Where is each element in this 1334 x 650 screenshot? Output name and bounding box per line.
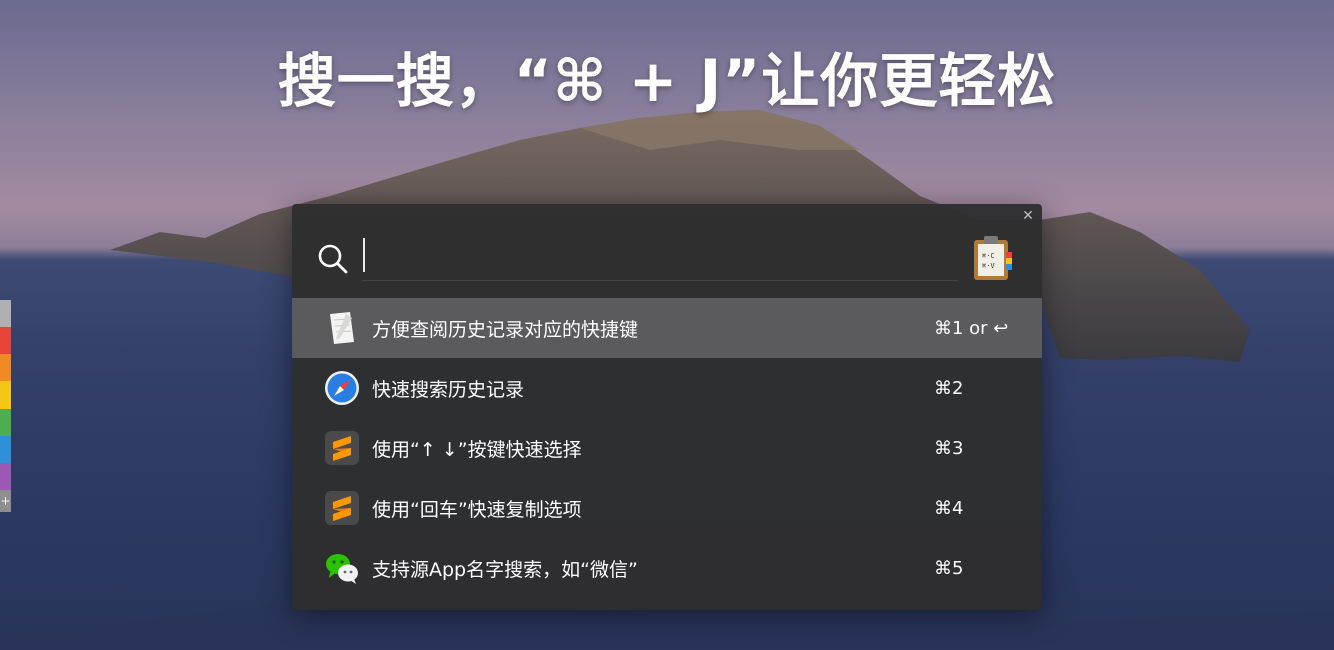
color-swatch-green[interactable]	[0, 408, 11, 436]
desktop-wallpaper: 搜一搜，“⌘ + J”让你更轻松 + ✕ ⌘·C ⌘·V 方便查阅历史记录对应的…	[0, 0, 1334, 650]
result-row[interactable]: 使用“↑ ↓”按键快速选择 ⌘3	[292, 418, 1042, 478]
clipboard-app-icon[interactable]: ⌘·C ⌘·V	[970, 234, 1014, 282]
result-shortcut: ⌘1 or ↩	[934, 317, 1009, 339]
color-swatch-purple[interactable]	[0, 462, 11, 490]
safari-icon	[325, 371, 359, 405]
color-swatch-red[interactable]	[0, 327, 11, 355]
sublime-text-icon	[325, 431, 359, 465]
result-row[interactable]: 使用“回车”快速复制选项 ⌘4	[292, 478, 1042, 538]
color-swatch-orange[interactable]	[0, 354, 11, 382]
color-label-strip: +	[0, 300, 11, 512]
notes-icon	[330, 312, 354, 344]
wechat-icon	[326, 554, 358, 584]
text-caret	[363, 238, 365, 272]
result-shortcut: ⌘2	[934, 377, 964, 399]
result-shortcut: ⌘5	[934, 557, 964, 579]
sublime-text-icon	[325, 491, 359, 525]
close-icon[interactable]: ✕	[1020, 208, 1036, 224]
results-list: 方便查阅历史记录对应的快捷键 ⌘1 or ↩ 快速搜索历史记录 ⌘2 使用“↑ …	[292, 298, 1042, 598]
search-input[interactable]	[362, 234, 958, 281]
headline: 搜一搜，“⌘ + J”让你更轻松	[277, 47, 1057, 115]
color-swatch-blue[interactable]	[0, 435, 11, 463]
add-color-button[interactable]: +	[0, 489, 11, 512]
result-row[interactable]: 支持源App名字搜索，如“微信” ⌘5	[292, 538, 1042, 598]
color-swatch-yellow[interactable]	[0, 381, 11, 409]
svg-text:⌘·C: ⌘·C	[982, 252, 995, 260]
result-shortcut: ⌘3	[934, 437, 964, 459]
quick-search-panel: ✕ ⌘·C ⌘·V 方便查阅历史记录对应的快捷键 ⌘1 or ↩ 快速搜索历史记…	[292, 204, 1042, 610]
result-row[interactable]: 方便查阅历史记录对应的快捷键 ⌘1 or ↩	[292, 298, 1042, 358]
result-shortcut: ⌘4	[934, 497, 964, 519]
color-swatch-gray[interactable]	[0, 300, 11, 328]
result-row[interactable]: 快速搜索历史记录 ⌘2	[292, 358, 1042, 418]
svg-text:⌘·V: ⌘·V	[982, 262, 995, 270]
search-icon	[318, 244, 348, 274]
